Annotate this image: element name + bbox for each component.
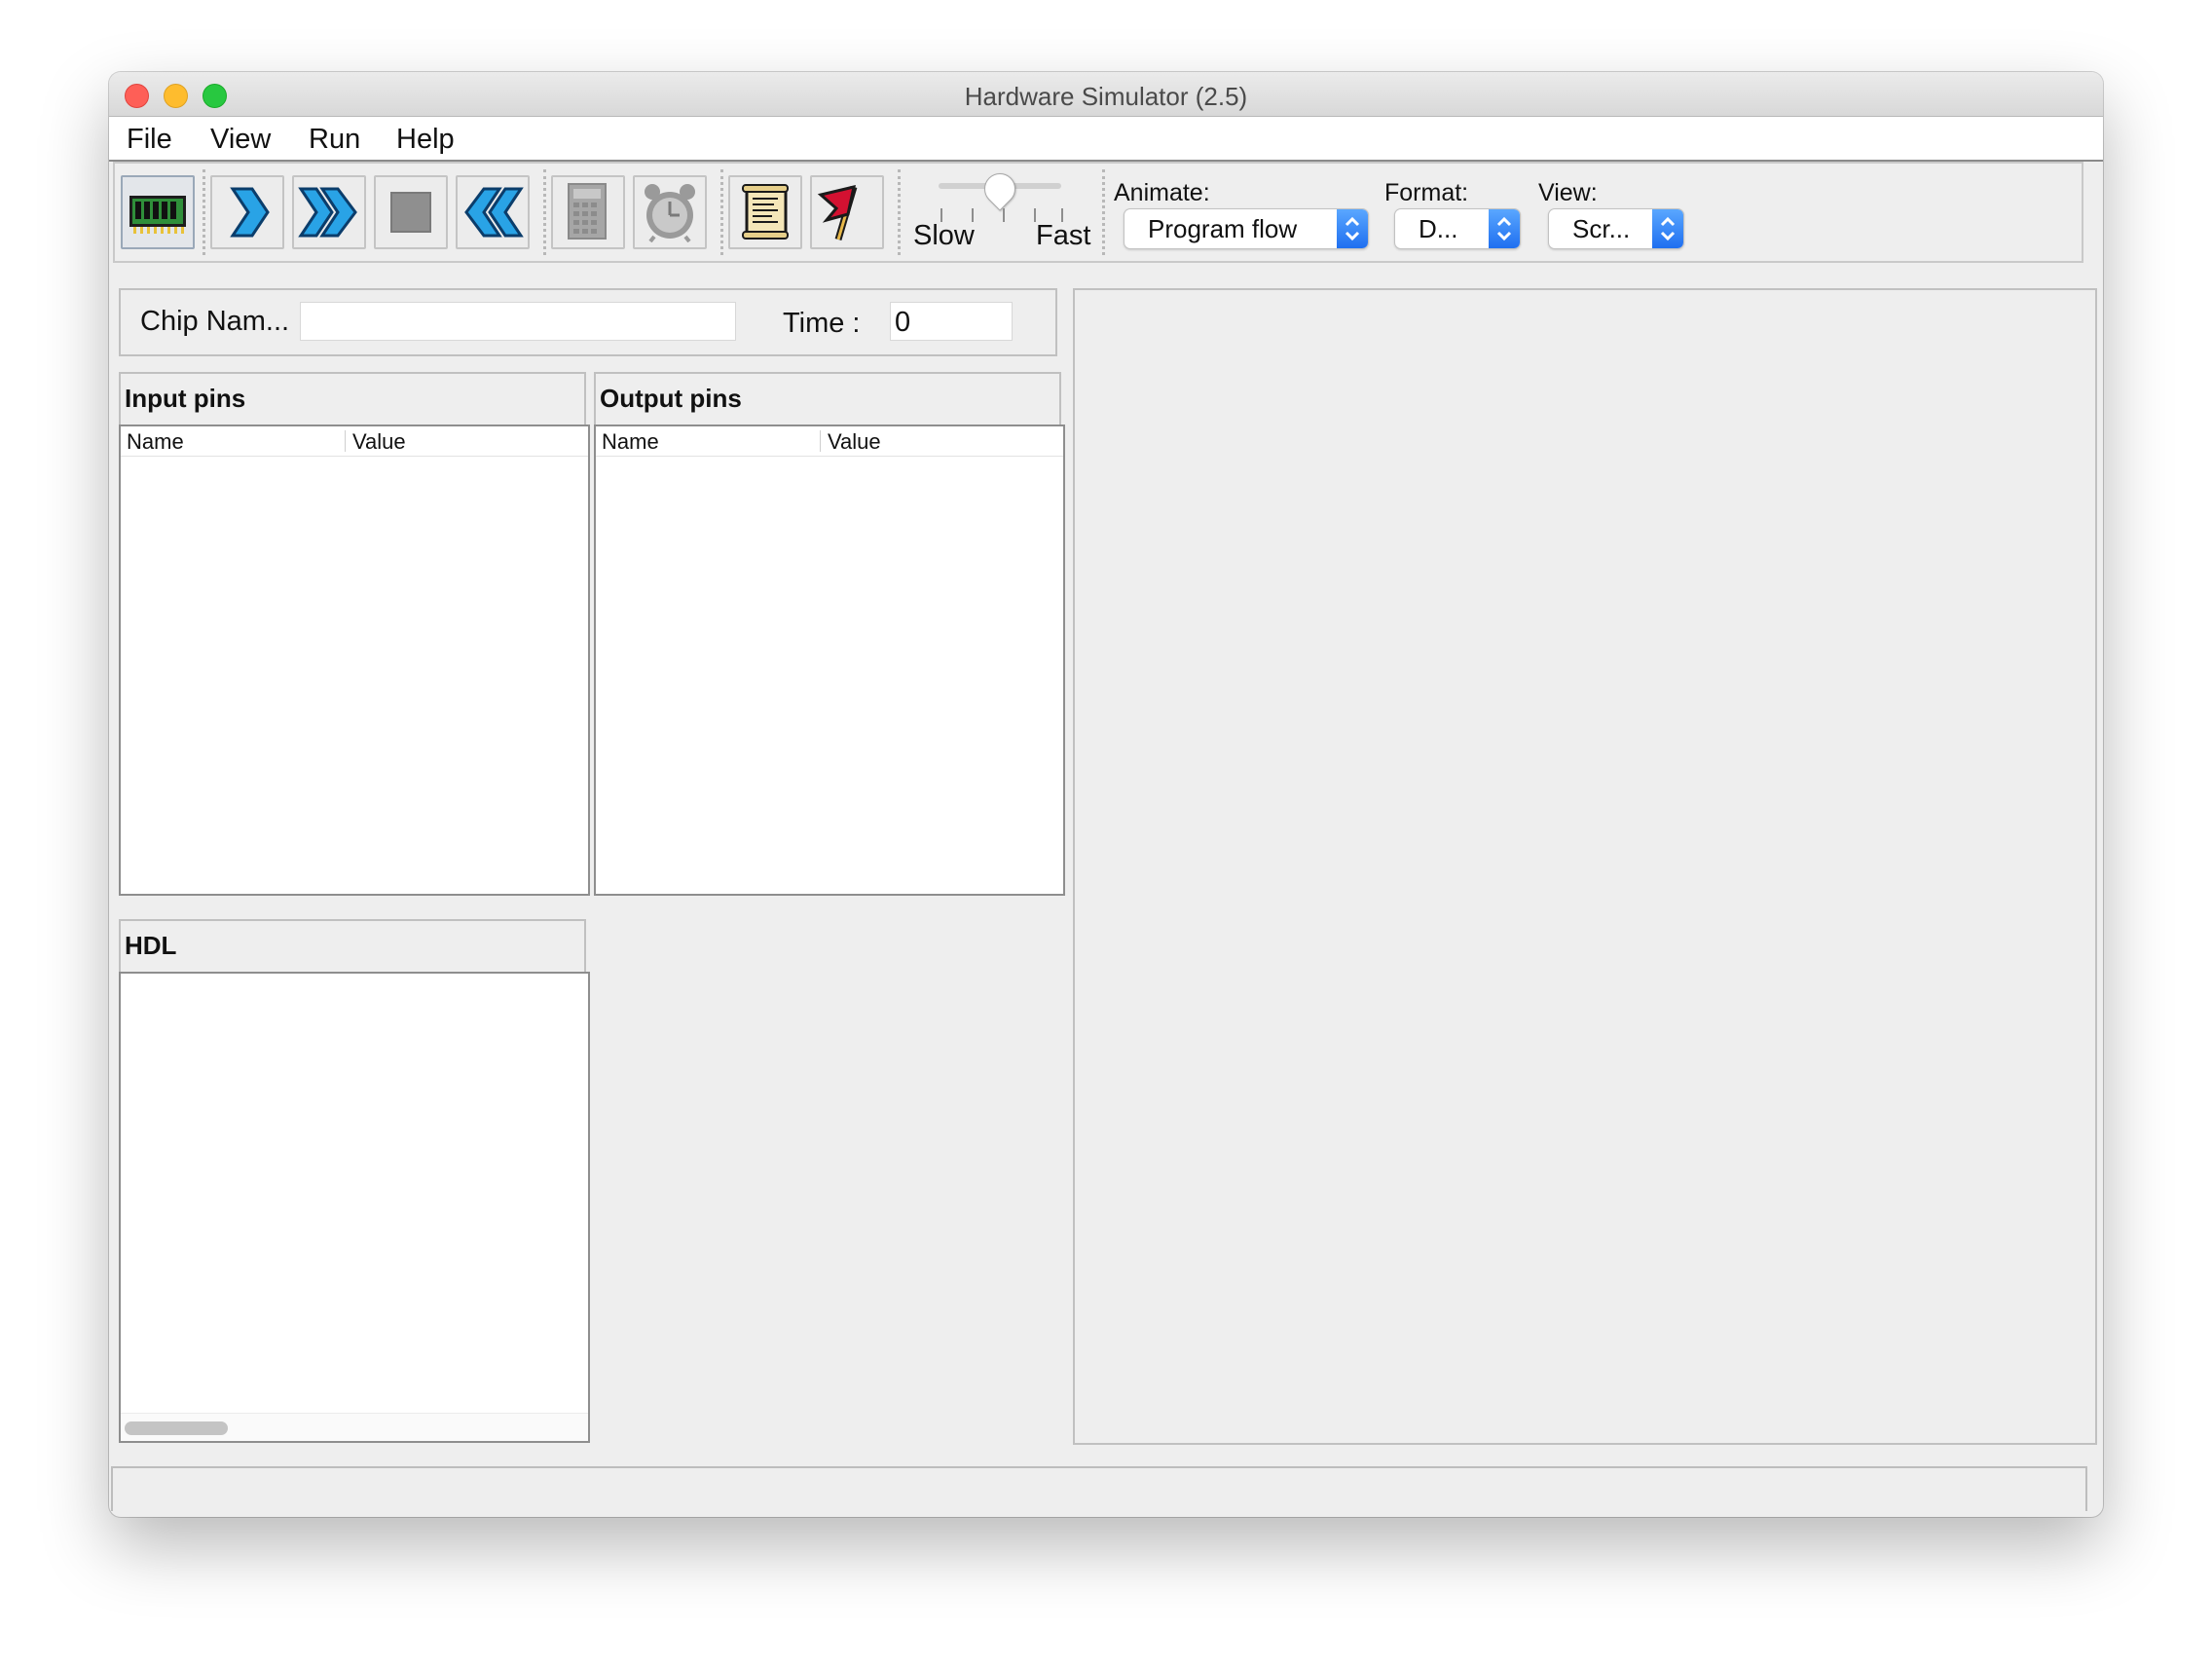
menu-file[interactable]: File [127,124,172,156]
run-button[interactable] [292,175,366,249]
output-pins-header: Output pins [594,372,1061,424]
output-pins-column-header: Name Value [596,426,1063,457]
chip-icon [129,196,186,234]
load-chip-button[interactable] [121,175,195,249]
double-arrow-left-icon [464,187,524,238]
menu-help[interactable]: Help [396,124,455,156]
stop-square-icon [390,192,431,233]
time-field[interactable]: 0 [890,302,1013,341]
slider-tick [1003,208,1005,222]
scroll-icon [742,184,789,240]
single-arrow-right-icon [230,187,270,238]
animate-select-value: Program flow [1148,214,1298,243]
calculator-icon [568,183,607,240]
menu-view[interactable]: View [210,124,271,156]
chevron-up-down-icon [1489,209,1520,248]
breakpoints-button[interactable] [810,175,884,249]
format-select[interactable]: D... [1394,208,1521,249]
time-label: Time : [783,308,861,339]
hdl-title: HDL [125,931,177,960]
format-label: Format: [1384,179,1469,206]
column-value[interactable]: Value [828,429,881,455]
tick-tock-button[interactable] [633,175,707,249]
toolbar-separator [720,169,723,255]
script-button[interactable] [728,175,802,249]
alarm-clock-icon [645,184,695,242]
chevron-up-down-icon [1652,209,1683,248]
animate-select[interactable]: Program flow [1124,208,1369,249]
column-divider[interactable] [820,430,821,452]
column-value[interactable]: Value [352,429,406,455]
toolbar-separator [203,169,205,255]
chip-name-field[interactable] [300,302,736,341]
slow-label: Slow [913,220,975,251]
toolbar-separator [543,169,546,255]
chip-name-label: Chip Nam... [140,306,290,337]
column-name[interactable]: Name [127,429,184,455]
format-select-value: D... [1419,214,1458,243]
view-select-value: Scr... [1572,214,1631,243]
single-step-button[interactable] [210,175,284,249]
chevron-up-down-icon [1337,209,1368,248]
output-pins-table[interactable]: Name Value [594,424,1065,896]
animate-label: Animate: [1114,179,1210,206]
double-arrow-right-icon [298,187,357,238]
status-bar [111,1466,2087,1511]
speed-slider-thumb[interactable] [977,166,1022,211]
window-title: Hardware Simulator (2.5) [964,82,1248,111]
column-name[interactable]: Name [602,429,659,455]
menu-bar: File View Run Help [109,117,2103,162]
toolbar: Slow Fast Animate: Program flow Format: … [113,162,2083,263]
gui-display-panel [1073,288,2097,1445]
reset-button[interactable] [456,175,530,249]
hdl-scrollbar-thumb[interactable] [125,1421,228,1435]
eval-button[interactable] [551,175,625,249]
hdl-header: HDL [119,919,586,972]
view-label: View: [1538,179,1598,206]
input-pins-column-header: Name Value [121,426,588,457]
hdl-horizontal-scrollbar[interactable] [121,1413,588,1441]
chip-info-panel: Chip Nam... Time : 0 [119,288,1057,356]
fast-label: Fast [1036,220,1091,251]
input-pins-title: Input pins [125,384,246,413]
input-pins-header: Input pins [119,372,586,424]
title-bar: Hardware Simulator (2.5) [109,72,2103,117]
column-divider[interactable] [345,430,346,452]
toolbar-separator [898,169,901,255]
menu-run[interactable]: Run [309,124,360,156]
output-pins-title: Output pins [600,384,742,413]
input-pins-table[interactable]: Name Value [119,424,590,896]
stop-button[interactable] [374,175,448,249]
red-flag-icon [817,184,858,240]
app-window: Hardware Simulator (2.5) File View Run H… [109,72,2103,1517]
view-select[interactable]: Scr... [1548,208,1684,249]
hdl-text-area[interactable] [119,972,590,1443]
toolbar-separator [1102,169,1105,255]
